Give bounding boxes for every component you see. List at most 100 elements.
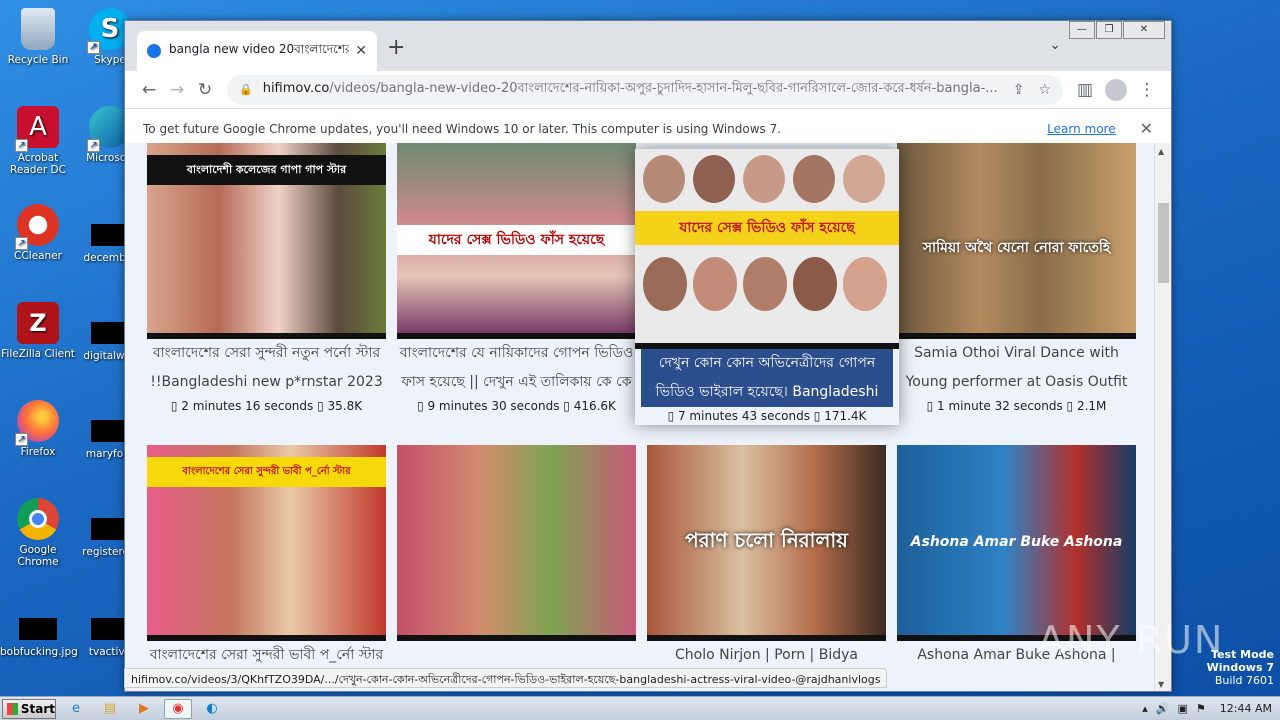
forward-icon[interactable]: → — [163, 80, 191, 100]
lock-icon: 🔒 — [239, 83, 253, 96]
video-title-line2[interactable]: !!Bangladeshi new p*rnstar 2023 — [147, 368, 386, 397]
video-title[interactable]: বাংলাদেশের সেরা সুন্দরী ভাবী প_র্নো স্টা… — [147, 641, 386, 670]
video-card-hovered[interactable]: যাদের সেক্স ভিডিও ফাঁস হয়েছে দেখুন কোন … — [635, 149, 899, 425]
site-favicon-icon — [147, 44, 161, 58]
page-scrollbar[interactable]: ▲ ▼ — [1154, 143, 1171, 691]
thumbnail-face — [643, 155, 685, 203]
video-thumbnail[interactable]: Ashona Amar Buke Ashona — [897, 445, 1136, 641]
desktop-icon-acrobat[interactable]: A ↗ Acrobat Reader DC — [0, 106, 76, 176]
close-tab-icon[interactable]: ✕ — [355, 43, 367, 59]
video-title-line2[interactable]: ভিডিও ভাইরাল হয়েছে। Bangladeshi — [641, 378, 893, 407]
shortcut-arrow-icon: ↗ — [87, 41, 100, 54]
back-icon[interactable]: ← — [135, 80, 163, 100]
os-label: Windows 7 — [1206, 661, 1274, 674]
volume-icon[interactable]: 🔊 — [1156, 702, 1170, 715]
video-title[interactable]: Samia Othoi Viral Dance with — [897, 339, 1136, 368]
taskbar-chrome-icon[interactable]: ◉ — [164, 698, 192, 719]
video-meta: ▯ 9 minutes 30 seconds ▯ 416.6K — [417, 399, 616, 413]
video-thumbnail[interactable]: পরাণ চলো নিরালায় — [647, 445, 886, 641]
anyrun-watermark: ANY RUN — [1038, 618, 1225, 662]
network-icon[interactable]: ▣ — [1178, 702, 1188, 715]
maximize-button[interactable]: ❐ — [1096, 21, 1122, 39]
url-text: hifimov.co/videos/bangla-new-video-20বাং… — [263, 79, 999, 100]
taskbar-edge-icon[interactable]: ◐ — [198, 699, 226, 719]
scroll-up-icon[interactable]: ▲ — [1158, 147, 1164, 156]
thumbnail-face — [643, 257, 687, 311]
bookmark-star-icon[interactable]: ☆ — [1038, 82, 1051, 98]
recycle-bin-icon — [21, 8, 55, 50]
scrollbar-thumb[interactable] — [1158, 203, 1169, 283]
video-title[interactable]: বাংলাদেশের সেরা সুন্দরী নতুন পর্নো স্টার — [147, 339, 386, 368]
taskbar-media-player-icon[interactable]: ▶ — [130, 699, 158, 719]
share-icon[interactable]: ⇪ — [1013, 82, 1025, 98]
video-title-line2[interactable]: Young performer at Oasis Outfit — [897, 368, 1136, 397]
file-icon — [19, 618, 57, 640]
desktop-icon-label: CCleaner — [14, 250, 62, 262]
profile-avatar[interactable] — [1105, 78, 1127, 101]
video-card[interactable]: বাংলাদেশী কলেজের গাপা গাপ স্টার বাংলাদেশ… — [147, 143, 386, 415]
minimize-button[interactable]: — — [1069, 21, 1095, 39]
video-card[interactable]: পরাণ চলো নিরালায় Cholo Nirjon | Porn | … — [647, 445, 886, 670]
tab-strip: bangla new video 20বাংলাদেশের নায়িকা ✕ … — [125, 21, 1171, 71]
clock[interactable]: 12:44 AM — [1220, 702, 1272, 715]
video-card[interactable]: যাদের সেক্স ভিডিও ফাঁস হয়েছে বাংলাদেশের… — [397, 143, 636, 415]
windows-logo-icon — [7, 702, 18, 715]
close-infobar-icon[interactable]: ✕ — [1140, 119, 1153, 138]
thumbnail-banner: যাদের সেক্স ভিডিও ফাঁস হয়েছে — [397, 225, 636, 255]
thumbnail-face — [843, 155, 885, 203]
thumbnail-banner: বাংলাদেশী কলেজের গাপা গাপ স্টার — [147, 155, 386, 185]
tray-chevron-icon[interactable]: ▴ — [1142, 702, 1148, 715]
video-title[interactable]: Cholo Nirjon | Porn | Bidya — [647, 641, 886, 670]
desktop-icon-recycle-bin[interactable]: Recycle Bin — [0, 8, 76, 66]
shortcut-arrow-icon: ↗ — [87, 139, 100, 152]
chrome-window: bangla new video 20বাংলাদেশের নায়িকা ✕ … — [124, 20, 1172, 692]
desktop-icon-bobfile[interactable]: bobfucking.jpg — [0, 606, 78, 658]
taskbar: Start e ▤ ▶ ◉ ◐ ▴ 🔊 ▣ ⚑ 12:44 AM — [0, 696, 1280, 720]
thumbnail-banner: পরাণ চলো নিরালায় — [685, 528, 848, 552]
scroll-down-icon[interactable]: ▼ — [1158, 680, 1164, 689]
taskbar-ie-icon[interactable]: e — [62, 699, 90, 719]
thumbnail-banner: Ashona Amar Buke Ashona — [910, 534, 1123, 550]
close-window-button[interactable]: ✕ — [1123, 21, 1165, 39]
video-views: 416.6K — [573, 399, 616, 413]
tab-search-chevron-icon[interactable]: ⌄ — [1049, 37, 1061, 53]
desktop-icon-label: FileZilla Client — [1, 348, 75, 360]
video-title[interactable]: দেখুন কোন কোন অভিনেত্রীদের গোপন — [641, 349, 893, 378]
start-button[interactable]: Start — [2, 698, 56, 719]
video-meta: ▯ 7 minutes 43 seconds ▯ 171.4K — [667, 409, 867, 423]
new-tab-button[interactable]: + — [387, 35, 405, 60]
system-tray: ▴ 🔊 ▣ ⚑ 12:44 AM — [1134, 702, 1280, 715]
video-meta: ▯ 2 minutes 16 seconds ▯ 35.8K — [170, 399, 363, 413]
learn-more-link[interactable]: Learn more — [1047, 122, 1115, 136]
side-panel-icon[interactable]: ▥ — [1071, 80, 1099, 100]
test-mode-label: Test Mode — [1211, 648, 1274, 661]
page-content: বাংলাদেশী কলেজের গাপা গাপ স্টার বাংলাদেশ… — [125, 143, 1155, 691]
desktop-icon-firefox[interactable]: ↗ Firefox — [0, 400, 76, 458]
build-label: Build 7601 — [1214, 674, 1274, 687]
video-thumbnail[interactable]: যাদের সেক্স ভিডিও ফাঁস হয়েছে — [397, 143, 636, 339]
action-center-flag-icon[interactable]: ⚑ — [1196, 702, 1206, 715]
video-duration: 1 minute 32 seconds — [937, 399, 1063, 413]
video-duration: 2 minutes 16 seconds — [181, 399, 314, 413]
video-card[interactable] — [397, 445, 636, 641]
taskbar-explorer-icon[interactable]: ▤ — [96, 699, 124, 719]
video-card[interactable]: সামিয়া অথৈ যেনো নোরা ফাতেহি Samia Othoi… — [897, 143, 1136, 415]
video-title[interactable]: বাংলাদেশের যে নায়িকাদের গোপন ভিডিও — [397, 339, 636, 368]
thumbnail-face — [693, 257, 737, 311]
video-title-line2[interactable]: ফাস হয়েছে || দেখুন এই তালিকায় কে কে — [397, 368, 636, 397]
video-thumbnail[interactable]: বাংলাদেশের সেরা সুন্দরী ভাবী প_র্নো স্টা… — [147, 445, 386, 641]
thumbnail-face — [743, 257, 787, 311]
video-card[interactable]: বাংলাদেশের সেরা সুন্দরী ভাবী প_র্নো স্টা… — [147, 445, 386, 670]
video-thumbnail[interactable]: বাংলাদেশী কলেজের গাপা গাপ স্টার — [147, 143, 386, 339]
desktop-icon-filezilla[interactable]: Z FileZilla Client — [0, 302, 76, 360]
reload-icon[interactable]: ↻ — [191, 80, 219, 100]
video-thumbnail[interactable]: সামিয়া অথৈ যেনো নোরা ফাতেহি — [897, 143, 1136, 339]
shortcut-arrow-icon: ↗ — [15, 237, 28, 250]
desktop-icon-ccleaner[interactable]: ↗ CCleaner — [0, 204, 76, 262]
menu-kebab-icon[interactable]: ⋮ — [1133, 80, 1161, 100]
video-thumbnail[interactable] — [397, 445, 636, 641]
browser-tab[interactable]: bangla new video 20বাংলাদেশের নায়িকা ✕ — [137, 31, 377, 71]
address-bar[interactable]: 🔒 hifimov.co/videos/bangla-new-video-20ব… — [227, 74, 1063, 105]
video-thumbnail[interactable]: যাদের সেক্স ভিডিও ফাঁস হয়েছে — [635, 149, 899, 349]
desktop-icon-chrome[interactable]: Google Chrome — [0, 498, 76, 568]
